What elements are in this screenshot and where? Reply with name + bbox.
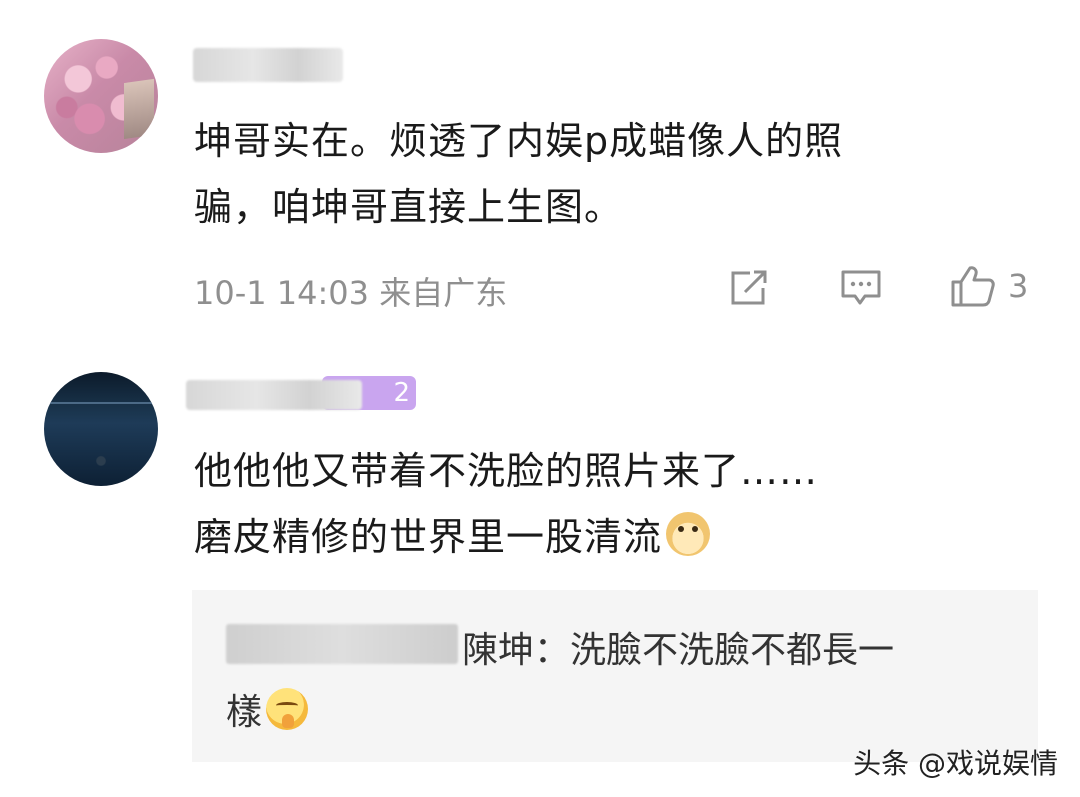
share-icon: [731, 270, 767, 305]
comment-line: 他他他又带着不洗脸的照片来了……: [194, 449, 819, 493]
comment-meta: 10-1 14:03 来自广东: [194, 274, 508, 312]
reply-line-text: 洗臉不洗臉不都長一: [570, 630, 895, 671]
like-button[interactable]: 3: [950, 264, 1028, 308]
reply-separator: ：: [534, 630, 571, 671]
avatar[interactable]: [44, 39, 158, 153]
like-count: 3: [1008, 267, 1029, 305]
comment-line: 磨皮精修的世界里一股清流: [194, 504, 1054, 570]
reply-author[interactable]: 陳坤: [462, 630, 534, 671]
doge-emoji: [666, 512, 711, 556]
reply-line-text: 樣: [226, 692, 263, 733]
avatar[interactable]: [44, 372, 158, 486]
reply-button[interactable]: [840, 268, 882, 308]
comment-line-text: 磨皮精修的世界里一股清流: [194, 515, 663, 559]
comment-text: 他他他又带着不洗脸的照片来了…… 磨皮精修的世界里一股清流: [194, 438, 1054, 570]
reply-line: 樣: [226, 682, 1026, 744]
reply-line: 陳坤：洗臉不洗臉不都長一: [226, 620, 1026, 682]
shush-emoji: [266, 688, 309, 730]
username-blurred[interactable]: [193, 48, 343, 82]
watermark: 头条 @戏说娱情: [853, 747, 1058, 780]
comment-line: 骗，咱坤哥直接上生图。: [194, 185, 624, 229]
reply-text: 陳坤：洗臉不洗臉不都長一 樣: [226, 620, 1026, 744]
share-button[interactable]: [728, 268, 770, 308]
avatar-photo-detail: [44, 402, 158, 404]
comment-text: 坤哥实在。烦透了内娱p成蜡像人的照 骗，咱坤哥直接上生图。: [194, 108, 1054, 240]
comment-line: 坤哥实在。烦透了内娱p成蜡像人的照: [194, 119, 844, 163]
username-blurred[interactable]: [186, 380, 362, 410]
avatar-photo-detail: [124, 78, 154, 140]
badge-level: 2: [393, 378, 410, 408]
like-icon: [951, 266, 995, 307]
comment-icon: [841, 270, 881, 305]
